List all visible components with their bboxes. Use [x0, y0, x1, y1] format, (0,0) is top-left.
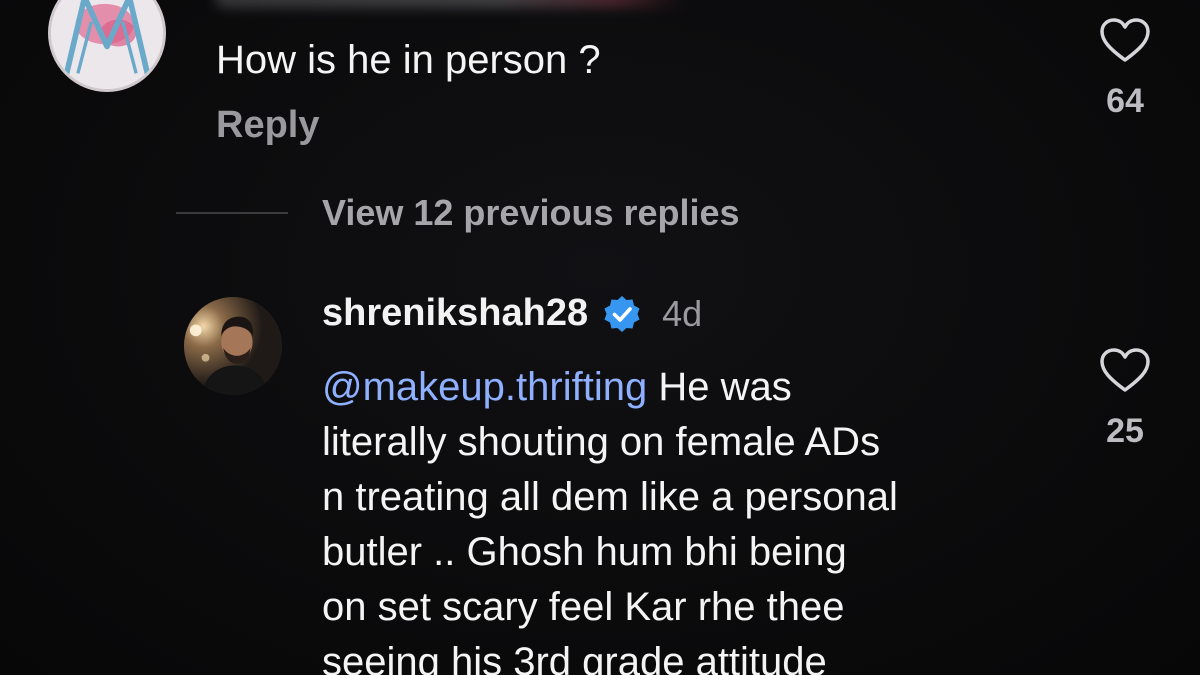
like-control-reply: 25 [1085, 346, 1165, 451]
reply-line-5: on set scary feel Kar rhe thee [322, 585, 845, 629]
reply-line-1: @makeup.thrifting He was [322, 360, 1042, 415]
reply-line-4: butler .. Ghosh hum bhi being [322, 530, 847, 574]
blurred-username-row [215, 0, 685, 8]
reply-line-6: seeing his 3rd grade attitude [322, 640, 827, 675]
monogram-m-avatar-icon [51, 0, 163, 89]
view-previous-replies[interactable]: View 12 previous replies [176, 192, 740, 234]
avatar[interactable] [184, 297, 282, 395]
like-control-top: 64 [1085, 16, 1165, 121]
verified-badge-icon [604, 295, 640, 332]
username[interactable]: shrenikshah28 [322, 292, 588, 335]
reply-text: @makeup.thrifting He was literally shout… [322, 360, 1042, 675]
reply-line-1-text: He was [647, 365, 792, 409]
heart-icon[interactable] [1098, 16, 1152, 64]
reply-line-3: n treating all dem like a personal [322, 475, 898, 519]
like-count: 64 [1106, 82, 1144, 120]
comment-text: How is he in person ? [216, 38, 601, 82]
reply-line-2: literally shouting on female ADs [322, 420, 881, 464]
heart-icon[interactable] [1098, 346, 1152, 394]
reply-header: shrenikshah28 4d [322, 292, 702, 335]
avatar[interactable] [48, 0, 166, 92]
mention-link[interactable]: @makeup.thrifting [322, 365, 647, 409]
comments-screen: How is he in person ? Reply 64 View 12 p… [0, 0, 1200, 675]
like-count: 25 [1106, 412, 1144, 450]
view-replies-label: View 12 previous replies [322, 192, 740, 233]
thread-divider [176, 212, 288, 214]
profile-photo-icon [184, 297, 282, 395]
reply-button[interactable]: Reply [216, 102, 319, 148]
timestamp: 4d [662, 292, 703, 334]
